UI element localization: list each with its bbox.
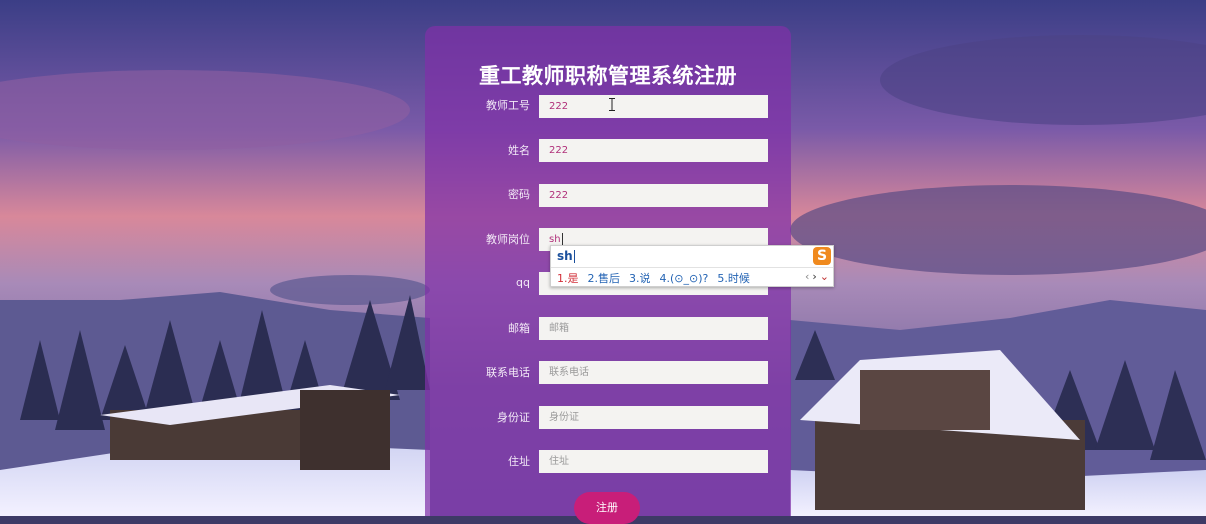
label-name: 姓名 [508,144,530,157]
email-input[interactable]: 邮箱 [539,317,768,340]
address-input[interactable]: 住址 [539,450,768,473]
label-phone: 联系电话 [486,366,530,379]
label-teacher-id: 教师工号 [486,99,530,112]
ime-composition-text: sh [557,249,573,263]
label-address: 住址 [508,455,530,468]
register-button[interactable]: 注册 [574,492,640,524]
ime-candidate-2[interactable]: 2.售后 [588,272,621,285]
page-title: 重工教师职称管理系统注册 [479,64,737,88]
sogou-logo-icon: S [813,247,831,265]
ime-candidate-window: sh S 1.是 2.售后 3.说 4.(⊙_⊙)? 5.时候 ‹ › ⌄ [550,245,834,287]
ibeam-cursor-icon [609,98,615,111]
ime-caret [573,250,575,263]
password-input[interactable]: 222 [539,184,768,207]
ime-composition: sh [557,249,575,263]
ime-nav: ‹ › ⌄ [802,270,829,283]
label-id-card: 身份证 [497,411,530,424]
ime-next-icon[interactable]: › [812,270,816,283]
ime-expand-icon[interactable]: ⌄ [820,270,829,283]
ime-candidate-5[interactable]: 5.时候 [717,272,750,285]
ime-candidate-4[interactable]: 4.(⊙_⊙)? [660,272,709,285]
id-card-input[interactable]: 身份证 [539,406,768,429]
ime-candidate-1[interactable]: 1.是 [557,272,579,285]
label-qq: qq [516,276,530,289]
label-position: 教师岗位 [486,233,530,246]
position-input-value: sh [549,234,561,245]
label-email: 邮箱 [508,322,530,335]
label-password: 密码 [508,188,530,201]
ime-prev-icon[interactable]: ‹ [805,270,809,283]
name-input[interactable]: 222 [539,139,768,162]
text-caret [561,233,563,245]
ime-candidate-list: 1.是 2.售后 3.说 4.(⊙_⊙)? 5.时候 [557,270,759,286]
ime-divider [551,267,833,268]
ime-candidate-3[interactable]: 3.说 [629,272,651,285]
teacher-id-input[interactable]: 222 [539,95,768,118]
phone-input[interactable]: 联系电话 [539,361,768,384]
